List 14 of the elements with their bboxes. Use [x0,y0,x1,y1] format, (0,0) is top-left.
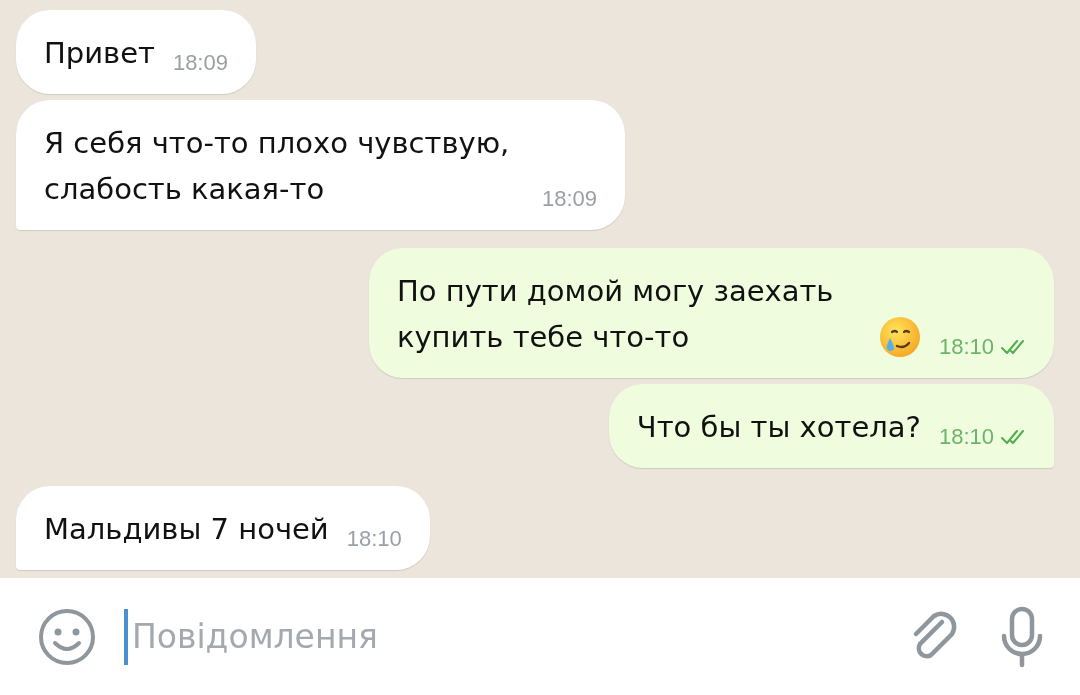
emoji-icon[interactable] [38,607,96,666]
message-text: Мальдивы 7 ночей [44,512,329,546]
message-text: По пути домой могу заехать купить тебе что-то [396,274,834,354]
message-time: 18:09 [542,186,598,212]
message-text: Привет [44,36,155,70]
message-text: Я себя что-то плохо чувствую, слабость какая-то [44,126,510,206]
text-cursor [124,608,128,665]
message-input-field[interactable]: Повідомлення [128,617,908,656]
message-time: 18:10 [938,424,994,450]
microphone-icon[interactable] [1000,605,1044,668]
message-time: 18:10 [346,526,402,552]
message-time: 18:10 [938,334,994,360]
message-text: Что бы ты хотела? [636,410,921,444]
message-time: 18:09 [172,50,228,76]
